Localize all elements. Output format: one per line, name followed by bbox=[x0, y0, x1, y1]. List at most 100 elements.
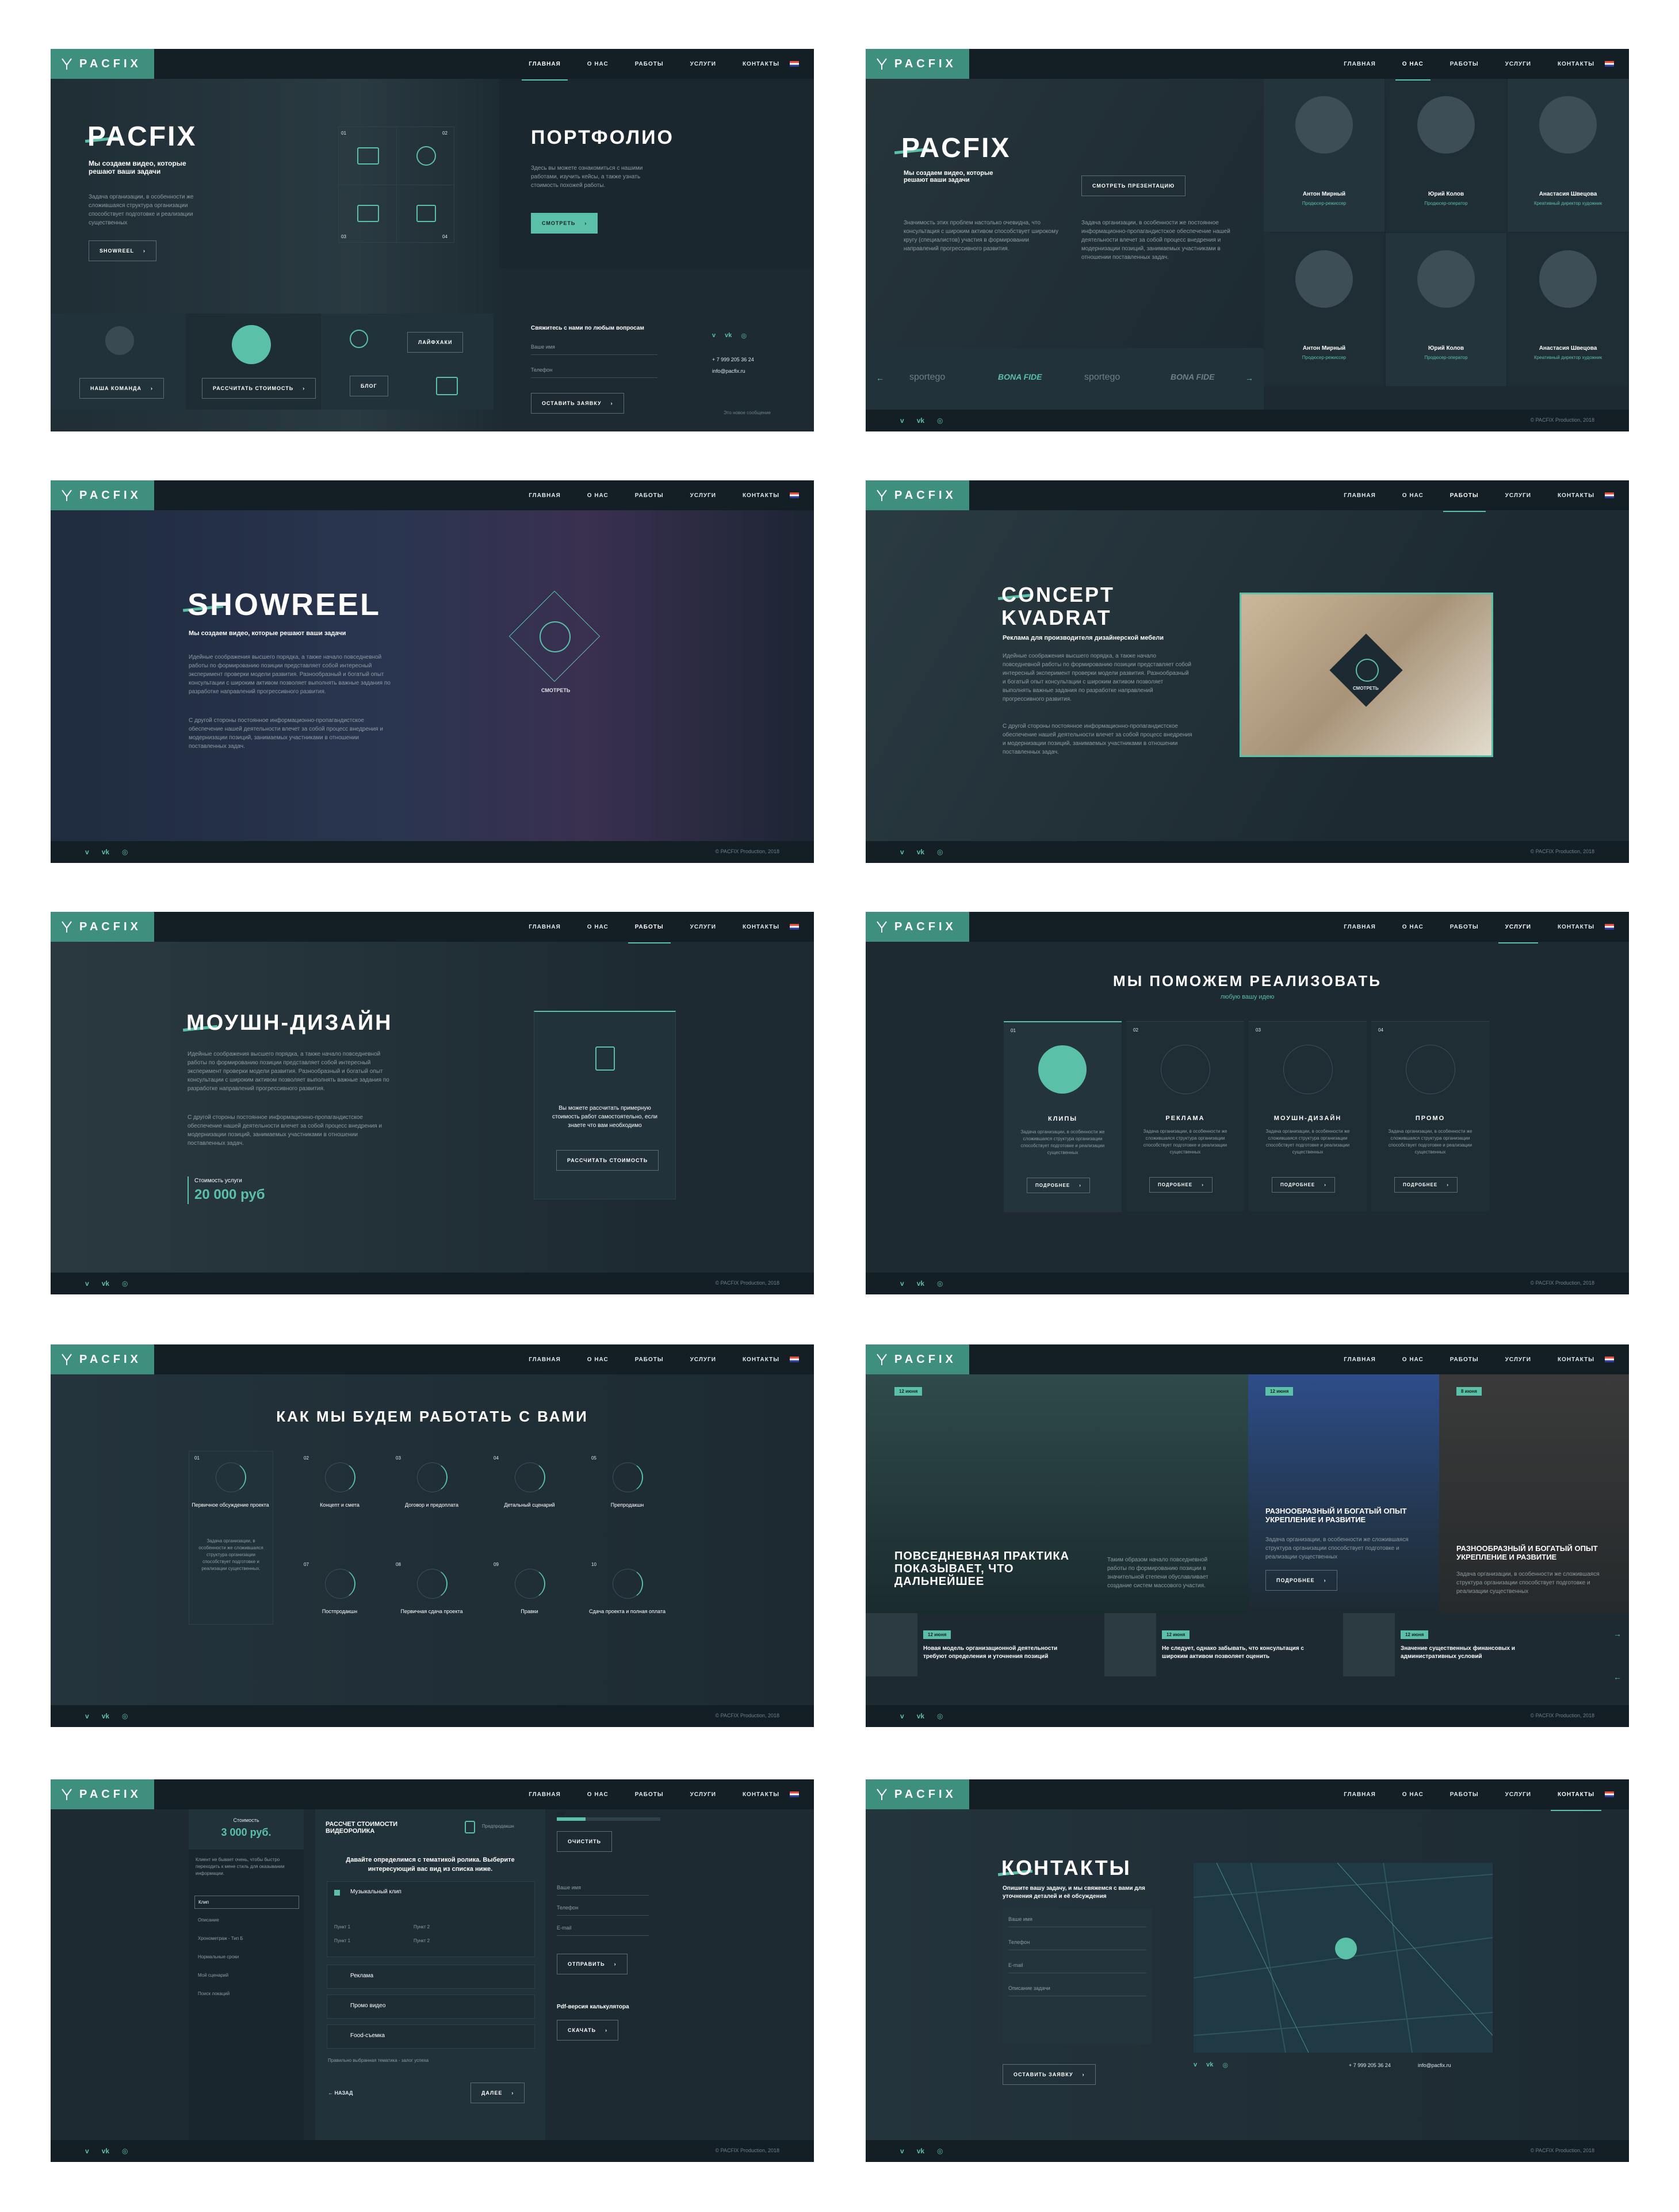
language-flag-icon[interactable] bbox=[1605, 924, 1614, 930]
map[interactable] bbox=[1193, 1862, 1493, 2053]
instagram-icon[interactable]: ◎ bbox=[937, 1712, 943, 1720]
menu-services[interactable]: УСЛУГИ bbox=[1505, 61, 1531, 67]
team-member[interactable]: Юрий Колов Продюсер-оператор bbox=[1386, 233, 1506, 386]
contact-phone[interactable]: + 7 999 205 36 24 bbox=[1349, 2062, 1391, 2068]
language-flag-icon[interactable] bbox=[790, 924, 799, 930]
option-ads[interactable]: Реклама bbox=[327, 1965, 535, 1989]
calc-side-item[interactable]: Поиск локаций bbox=[194, 1988, 298, 2000]
menu-works[interactable]: РАБОТЫ bbox=[1450, 61, 1479, 67]
map-pin-icon[interactable] bbox=[1335, 1938, 1357, 1959]
process-step[interactable]: 10 Сдача проекта и полная оплата bbox=[586, 1557, 669, 1632]
vk-icon[interactable]: vk bbox=[917, 2147, 924, 2155]
language-flag-icon[interactable] bbox=[790, 1791, 799, 1797]
portfolio-watch-button[interactable]: СМОТРЕТЬ › bbox=[531, 213, 598, 234]
language-flag-icon[interactable] bbox=[1605, 61, 1614, 67]
process-step[interactable]: 01 Первичное обсуждение проекта bbox=[189, 1451, 272, 1526]
menu-about[interactable]: О НАС bbox=[1402, 1357, 1424, 1363]
vimeo-icon[interactable]: v bbox=[85, 1279, 89, 1288]
vk-icon[interactable]: vk bbox=[917, 1279, 924, 1288]
team-member[interactable]: Антон Мирный Продюсер-режиссер bbox=[1264, 233, 1384, 386]
instagram-icon[interactable]: ◎ bbox=[122, 1279, 128, 1288]
contact-email[interactable]: info@pacfix.ru bbox=[1418, 2062, 1451, 2068]
service-card[interactable]: 02 РЕКЛАМА Задача организации, в особеннос… bbox=[1126, 1021, 1244, 1212]
menu-main[interactable]: ГЛАВНАЯ bbox=[529, 492, 561, 499]
calc-side-item[interactable]: Мой сценарий bbox=[194, 1969, 298, 1981]
team-member[interactable]: Юрий Колов Продюсер-оператор bbox=[1386, 79, 1506, 232]
menu-contacts[interactable]: КОНТАКТЫ bbox=[743, 924, 779, 930]
language-flag-icon[interactable] bbox=[1605, 1791, 1614, 1797]
contact-name-input[interactable]: Ваше имя bbox=[531, 339, 657, 355]
process-step[interactable]: 08 Первичная сдача проекта bbox=[390, 1557, 473, 1632]
arrow-left-icon[interactable]: ← bbox=[876, 373, 884, 383]
menu-main[interactable]: ГЛАВНАЯ bbox=[1344, 1791, 1376, 1798]
language-flag-icon[interactable] bbox=[790, 492, 799, 498]
service-card[interactable]: 03 МОУШН-ДИЗАЙН Задача организации, в особ… bbox=[1249, 1021, 1367, 1212]
instagram-icon[interactable]: ◎ bbox=[122, 848, 128, 856]
showreel-watch-label[interactable]: СМОТРЕТЬ bbox=[541, 687, 570, 693]
calc-name-input[interactable]: Ваше имя bbox=[557, 1880, 649, 1896]
arrow-right-icon[interactable]: → bbox=[1245, 373, 1253, 383]
contact-email[interactable]: info@pacfix.ru bbox=[712, 368, 745, 374]
calc-phone-input[interactable]: Телефон bbox=[557, 1900, 649, 1916]
vimeo-icon[interactable]: v bbox=[85, 848, 89, 856]
clear-button[interactable]: ОЧИСТИТЬ bbox=[557, 1831, 613, 1852]
instagram-icon[interactable]: ◎ bbox=[741, 332, 747, 339]
service-card[interactable]: 01 КЛИПЫ Задача организации, в особенности… bbox=[1004, 1021, 1122, 1212]
clapper-icon[interactable] bbox=[357, 147, 379, 165]
send-button[interactable]: ОТПРАВИТЬ › bbox=[557, 1954, 628, 1974]
language-flag-icon[interactable] bbox=[790, 61, 799, 67]
instagram-icon[interactable]: ◎ bbox=[937, 848, 943, 856]
blog-post-3[interactable]: 8 июня РАЗНООБРАЗНЫЙ И БОГАТЫЙ ОПЫТ УКРЕ… bbox=[1439, 1374, 1629, 1613]
vk-icon[interactable]: vk bbox=[1206, 2061, 1213, 2069]
vimeo-icon[interactable]: v bbox=[1194, 2061, 1197, 2069]
case-watch-label[interactable]: СМОТРЕТЬ bbox=[1353, 686, 1379, 691]
process-step[interactable]: 09 Правки bbox=[488, 1557, 571, 1632]
menu-contacts[interactable]: КОНТАКТЫ bbox=[1550, 1791, 1602, 1811]
team-member[interactable]: Анастасия Швецова Креативный директор худ… bbox=[1508, 233, 1628, 386]
menu-contacts[interactable]: КОНТАКТЫ bbox=[743, 1357, 779, 1363]
read-more-button[interactable]: ПОДРОБНЕЕ › bbox=[1265, 1570, 1337, 1591]
menu-about[interactable]: О НАС bbox=[587, 1791, 609, 1798]
download-button[interactable]: СКАЧАТЬ › bbox=[557, 2020, 619, 2041]
menu-contacts[interactable]: КОНТАКТЫ bbox=[1558, 61, 1594, 67]
submit-request-button[interactable]: ОСТАВИТЬ ЗАЯВКУ › bbox=[1003, 2064, 1096, 2085]
vk-icon[interactable]: vk bbox=[917, 848, 924, 856]
logo[interactable]: PACFIX bbox=[866, 1344, 969, 1374]
palette-icon[interactable] bbox=[416, 146, 436, 166]
menu-main[interactable]: ГЛАВНАЯ bbox=[529, 1791, 561, 1798]
instagram-icon[interactable]: ◎ bbox=[937, 417, 943, 425]
menu-works[interactable]: РАБОТЫ bbox=[1450, 1357, 1479, 1363]
process-step[interactable]: 03 Договор и предоплата bbox=[390, 1451, 473, 1526]
vk-icon[interactable]: vk bbox=[917, 417, 924, 425]
menu-contacts[interactable]: КОНТАКТЫ bbox=[743, 492, 779, 499]
instagram-icon[interactable]: ◎ bbox=[937, 1279, 943, 1288]
vk-icon[interactable]: vk bbox=[102, 1712, 109, 1720]
logo[interactable]: PACFIX bbox=[51, 1779, 154, 1809]
menu-works[interactable]: РАБОТЫ bbox=[635, 1791, 664, 1798]
blog-main-post[interactable]: 12 июня ПОВСЕДНЕВНАЯ ПРАКТИКА ПОКАЗЫВАЕТ… bbox=[866, 1374, 1248, 1613]
contact-description-input[interactable]: Описание задачи bbox=[1008, 1981, 1146, 1996]
team-member[interactable]: Анастасия Швецова Креативный директор худ… bbox=[1508, 79, 1628, 232]
menu-about[interactable]: О НАС bbox=[1395, 61, 1431, 81]
service-more-button[interactable]: ПОДРОБНЕЕ › bbox=[1027, 1178, 1090, 1193]
vimeo-icon[interactable]: v bbox=[900, 1712, 904, 1720]
menu-works[interactable]: РАБОТЫ bbox=[1450, 1791, 1479, 1798]
next-button[interactable]: ДАЛЕЕ › bbox=[471, 2083, 525, 2103]
menu-contacts[interactable]: КОНТАКТЫ bbox=[743, 61, 779, 67]
menu-services[interactable]: УСЛУГИ bbox=[690, 1791, 716, 1798]
logo[interactable]: PACFIX bbox=[866, 480, 969, 510]
team-tile[interactable]: НАША КОМАНДА › bbox=[51, 314, 186, 410]
contact-phone-input[interactable]: Телефон bbox=[531, 362, 657, 378]
logo[interactable]: PACFIX bbox=[51, 480, 154, 510]
menu-services[interactable]: УСЛУГИ bbox=[1505, 1357, 1531, 1363]
sub-option-2[interactable]: Пункт 2 bbox=[414, 1924, 430, 1930]
calc-tile[interactable]: РАССЧИТАТЬ СТОИМОСТЬ › bbox=[186, 314, 321, 410]
team-button[interactable]: НАША КОМАНДА › bbox=[79, 378, 164, 399]
menu-contacts[interactable]: КОНТАКТЫ bbox=[1558, 1357, 1594, 1363]
calc-side-item[interactable]: Описание bbox=[194, 1914, 298, 1926]
menu-works[interactable]: РАБОТЫ bbox=[1443, 492, 1486, 512]
calc-email-input[interactable]: E-mail bbox=[557, 1920, 649, 1936]
submit-request-button[interactable]: ОСТАВИТЬ ЗАЯВКУ › bbox=[531, 393, 624, 414]
menu-services[interactable]: УСЛУГИ bbox=[690, 1357, 716, 1363]
vk-icon[interactable]: vk bbox=[102, 1279, 109, 1288]
